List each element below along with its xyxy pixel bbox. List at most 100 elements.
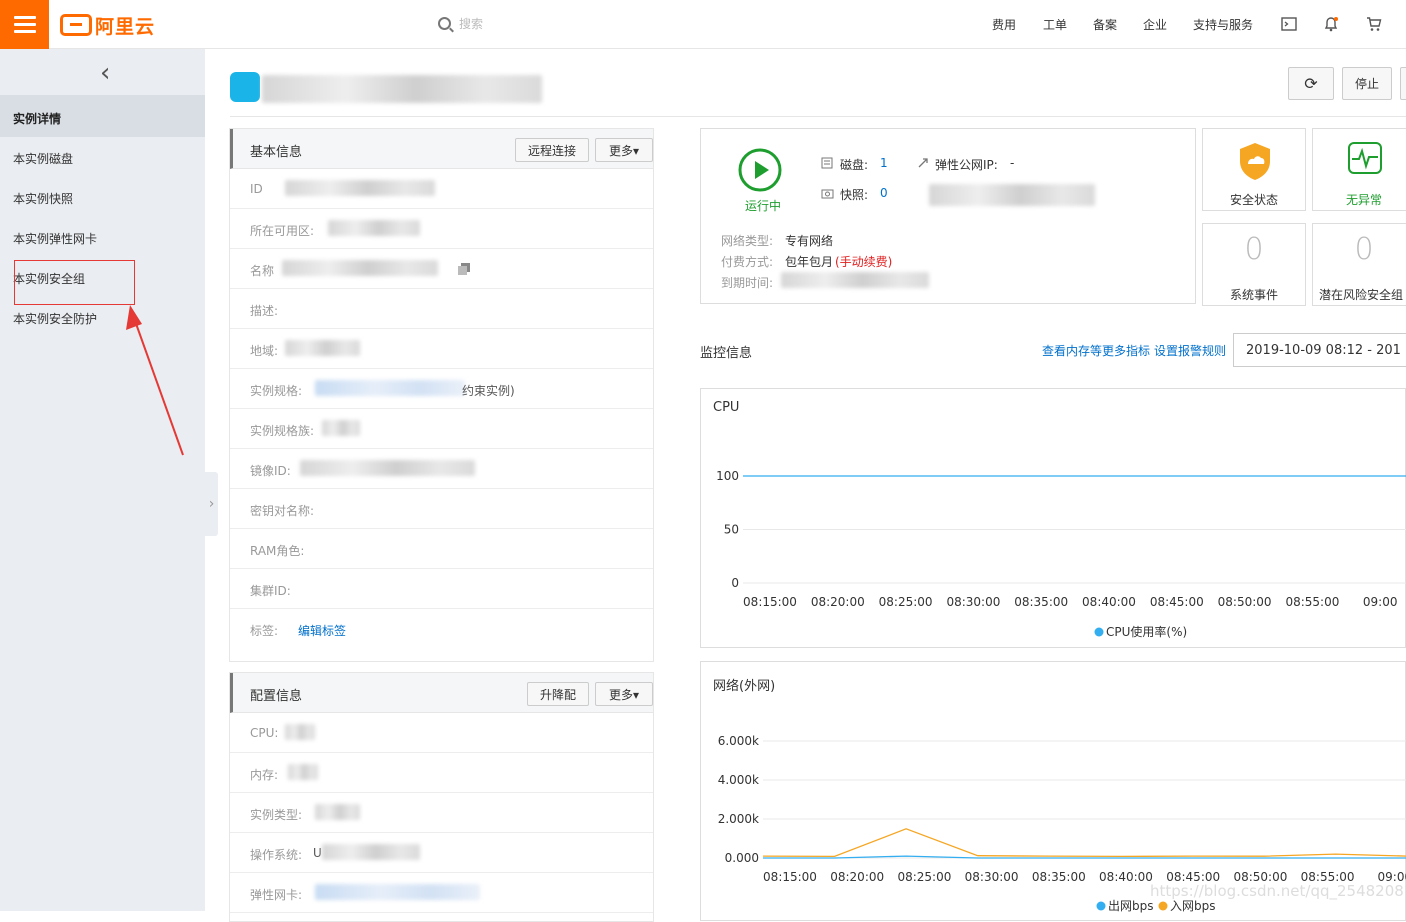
sidebar-item-snapshots[interactable]: 本实例快照 — [13, 190, 73, 207]
y-tick-label: 100 — [716, 469, 739, 483]
sidebar-item-disks[interactable]: 本实例磁盘 — [13, 150, 73, 167]
x-tick-label: 08:20:00 — [811, 595, 865, 609]
info-label: RAM角色: — [250, 542, 304, 559]
terminal-icon[interactable] — [1281, 16, 1297, 32]
info-row-desc: 描述: — [230, 289, 653, 329]
stop-button[interactable]: 停止 — [1342, 67, 1392, 100]
edit-name-icon[interactable] — [458, 263, 470, 275]
manual-renew-link[interactable]: (手动续费) — [835, 253, 892, 270]
x-tick-label: 08:40:00 — [1099, 870, 1153, 884]
basic-more-button[interactable]: 更多▾ — [595, 138, 653, 162]
nav-enterprise[interactable]: 企业 — [1143, 16, 1167, 33]
config-row-os: 操作系统: U — [230, 833, 653, 873]
back-chevron-icon[interactable]: ‹ — [100, 63, 110, 83]
billing-label: 付费方式: — [721, 253, 773, 270]
sidebar-collapse-toggle[interactable]: › — [205, 472, 218, 536]
red-arrow-annotation — [120, 300, 190, 460]
security-status-tile[interactable]: 安全状态 — [1202, 128, 1306, 211]
search-box[interactable]: 搜索 — [438, 15, 483, 32]
nav-tickets[interactable]: 工单 — [1043, 16, 1067, 33]
info-row-zone: 所在可用区: — [230, 209, 653, 249]
sidebar-item-instance-details[interactable]: 实例详情 — [13, 110, 61, 127]
info-row-cluster-id: 集群ID: — [230, 569, 653, 609]
y-tick-label: 50 — [724, 523, 739, 537]
date-range-picker[interactable]: 2019-10-09 08:12 - 201 — [1233, 333, 1406, 367]
info-label: 集群ID: — [250, 582, 291, 599]
x-tick-label: 08:30:00 — [965, 870, 1019, 884]
config-row-instance-type: 实例类型: — [230, 793, 653, 833]
basic-info-panel: 基本信息 远程连接 更多▾ ID 所在可用区: 名称 描述: 地域: 实例规格:… — [229, 128, 654, 662]
info-value — [322, 420, 360, 436]
config-label: 操作系统: — [250, 846, 302, 863]
x-tick-label: 08:55:00 — [1285, 595, 1339, 609]
nav-icp[interactable]: 备案 — [1093, 16, 1117, 33]
spec-suffix: 约束实例) — [462, 382, 515, 399]
eip-label: 弹性公网IP: — [935, 156, 998, 173]
edit-tags-link[interactable]: 编辑标签 — [298, 622, 346, 639]
info-value — [315, 380, 465, 396]
y-tick-label: 6.000k — [718, 734, 759, 748]
config-value — [288, 764, 318, 780]
info-row-keypair: 密钥对名称: — [230, 489, 653, 529]
info-row-ram-role: RAM角色: — [230, 529, 653, 569]
config-value — [285, 724, 315, 740]
upgrade-button[interactable]: 升降配 — [527, 682, 589, 706]
snapshot-count[interactable]: 0 — [880, 186, 888, 200]
cart-icon[interactable] — [1366, 16, 1382, 32]
menu-icon[interactable] — [0, 0, 49, 49]
config-row-memory: 内存: — [230, 753, 653, 793]
legend-label: CPU使用率(%) — [1106, 624, 1187, 639]
info-value — [300, 460, 475, 476]
config-label: CPU: — [250, 726, 278, 740]
basic-info-title: 基本信息 — [250, 141, 302, 160]
security-shield-icon — [1237, 141, 1273, 181]
header-divider — [230, 116, 1406, 117]
config-info-panel: 配置信息 升降配 更多▾ CPU: 内存: 实例类型: 操作系统: U 弹性网卡… — [229, 672, 654, 922]
basic-info-header: 基本信息 远程连接 更多▾ — [230, 129, 653, 169]
risk-security-group-tile[interactable]: 0 潜在风险安全组 — [1312, 223, 1406, 306]
logo[interactable]: 阿里云 — [60, 13, 155, 37]
series-line — [763, 829, 1406, 857]
abnormal-tile[interactable]: 无异常 — [1312, 128, 1406, 211]
system-events-tile[interactable]: 0 系统事件 — [1202, 223, 1306, 306]
nav-support[interactable]: 支持与服务 — [1193, 16, 1253, 33]
system-events-count: 0 — [1203, 232, 1305, 267]
info-row-spec-family: 实例规格族: — [230, 409, 653, 449]
x-tick-label: 08:25:00 — [897, 870, 951, 884]
x-tick-label: 08:15:00 — [743, 595, 797, 609]
search-input[interactable]: 搜索 — [459, 15, 483, 32]
more-metrics-link[interactable]: 查看内存等更多指标 — [1042, 342, 1150, 359]
logo-text: 阿里云 — [95, 12, 155, 39]
config-row-cpu: CPU: — [230, 713, 653, 753]
bell-icon[interactable] — [1323, 16, 1339, 32]
sidebar-item-security-protection[interactable]: 本实例安全防护 — [13, 310, 97, 327]
x-tick-label: 08:35:00 — [1032, 870, 1086, 884]
x-tick-label: 08:25:00 — [879, 595, 933, 609]
remote-connect-button[interactable]: 远程连接 — [515, 138, 589, 162]
x-tick-label: 08:30:00 — [946, 595, 1000, 609]
alarm-rules-link[interactable]: 设置报警规则 — [1154, 342, 1226, 359]
sidebar-item-eni[interactable]: 本实例弹性网卡 — [13, 230, 97, 247]
disk-icon — [821, 157, 833, 169]
nav-billing[interactable]: 费用 — [992, 16, 1016, 33]
x-tick-label: 08:45:00 — [1150, 595, 1204, 609]
running-play-icon — [738, 148, 782, 192]
sidebar: ‹ 实例详情 本实例磁盘 本实例快照 本实例弹性网卡 本实例安全组 本实例安全防… — [0, 49, 205, 911]
x-tick-label: 08:35:00 — [1014, 595, 1068, 609]
config-info-title: 配置信息 — [250, 685, 302, 704]
x-tick-label: 08:15:00 — [763, 870, 817, 884]
disk-count[interactable]: 1 — [880, 156, 888, 170]
info-value — [285, 340, 360, 356]
info-label: 实例规格族: — [250, 422, 314, 439]
more-actions-button[interactable] — [1400, 67, 1406, 100]
info-label: 地域: — [250, 342, 278, 359]
risk-label: 潜在风险安全组 — [1319, 286, 1406, 303]
instance-icon — [230, 72, 260, 102]
info-row-spec: 实例规格: 约束实例) — [230, 369, 653, 409]
cpu-chart-svg: 100 50 0 08:15:00 08:20:00 08:25:00 08:30:00 08… — [701, 389, 1406, 649]
highlight-box — [14, 260, 135, 305]
config-more-button[interactable]: 更多▾ — [595, 682, 653, 706]
refresh-button[interactable]: ⟳ — [1288, 67, 1334, 100]
y-tick-label: 0 — [731, 576, 739, 590]
info-label: 所在可用区: — [250, 222, 314, 239]
